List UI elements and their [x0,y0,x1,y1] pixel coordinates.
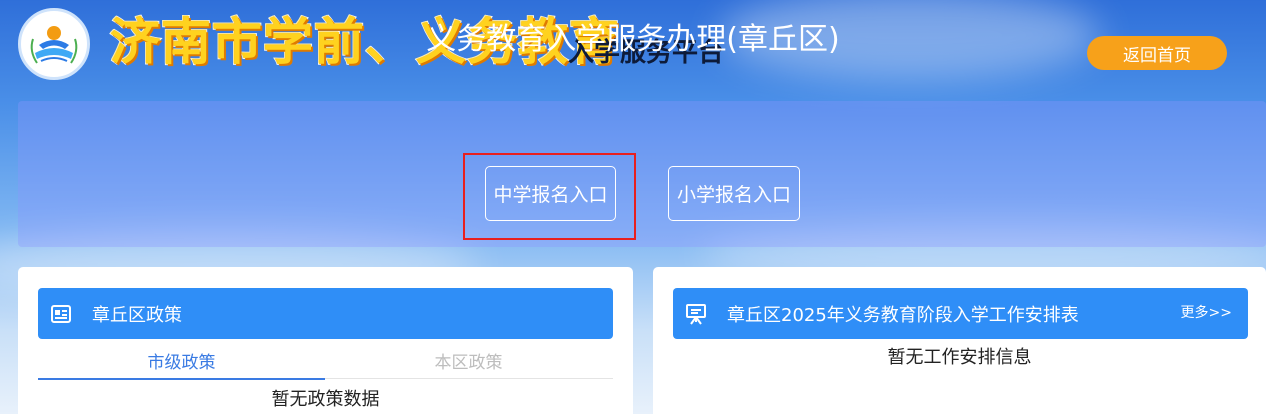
policy-panel-header: 章丘区政策 [38,288,613,339]
highlight-frame [463,153,636,240]
schedule-panel-title: 章丘区2025年义务教育阶段入学工作安排表 [727,304,1079,326]
tab-city-policy[interactable]: 市级政策 [38,349,325,380]
tab-district-policy[interactable]: 本区政策 [325,349,612,379]
presentation-icon [685,303,707,325]
more-link[interactable]: 更多>> [1181,288,1232,339]
schedule-panel-header: 章丘区2025年义务教育阶段入学工作安排表 更多>> [673,288,1248,339]
policy-panel-title: 章丘区政策 [92,304,182,326]
service-banner [18,101,1266,247]
policy-empty-message: 暂无政策数据 [271,389,380,410]
primary-school-entry-button[interactable]: 小学报名入口 [668,166,800,221]
policy-tabs: 市级政策 本区政策 [38,349,613,380]
schedule-panel: 章丘区2025年义务教育阶段入学工作安排表 更多>> 暂无工作安排信息 [653,267,1266,414]
banner-title: 义务教育入学服务办理(章丘区) [426,22,840,57]
schedule-empty-message: 暂无工作安排信息 [887,347,1032,368]
policy-panel: 章丘区政策 市级政策 本区政策 暂无政策数据 [18,267,633,414]
news-icon [50,303,72,325]
